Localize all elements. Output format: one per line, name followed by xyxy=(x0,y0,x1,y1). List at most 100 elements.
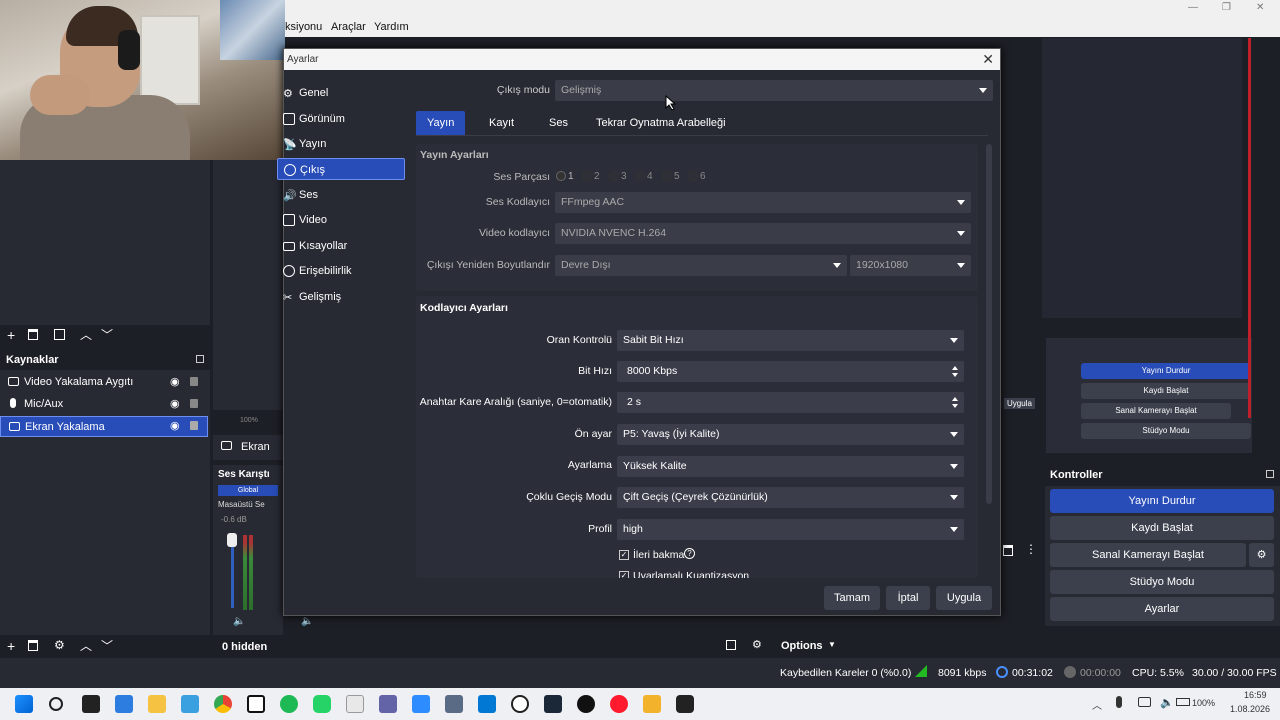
move-up-icon[interactable]: ︿ xyxy=(80,326,92,343)
tab-recording[interactable]: Kayıt xyxy=(478,111,525,135)
audio-track-radio[interactable] xyxy=(582,171,592,181)
spin-up-icon[interactable] xyxy=(952,366,958,370)
mixer-global-tab[interactable]: Global xyxy=(218,485,278,496)
video-encoder-select[interactable]: NVIDIA NVENC H.264 xyxy=(555,223,971,244)
rate-control-select[interactable]: Sabit Bit Hızı xyxy=(617,330,964,351)
keyframe-interval-spinbox[interactable]: 2 s xyxy=(617,392,964,413)
menu-item-functions[interactable]: ksiyonu xyxy=(285,21,322,33)
source-item-selected[interactable]: Ekran Yakalama ◉ xyxy=(0,416,208,437)
menu-item-help[interactable]: Yardım xyxy=(374,21,409,33)
speaker-icon[interactable]: 🔈 xyxy=(1160,696,1174,709)
windows-start-icon[interactable] xyxy=(15,695,33,713)
chrome-icon[interactable] xyxy=(214,695,232,713)
sidebar-item-advanced[interactable]: ✂ Gelişmiş xyxy=(277,286,405,308)
source-item[interactable]: Mic/Aux ◉ xyxy=(0,394,208,415)
opera-icon[interactable] xyxy=(610,695,628,713)
spin-up-icon[interactable] xyxy=(952,397,958,401)
ok-button[interactable]: Tamam xyxy=(824,586,880,610)
whatsapp-icon[interactable] xyxy=(313,695,331,713)
trash-icon[interactable] xyxy=(28,329,38,340)
gear-icon[interactable]: ⚙ xyxy=(54,638,65,652)
search-icon[interactable] xyxy=(49,697,63,711)
app-icon[interactable] xyxy=(181,695,199,713)
volume-slider-handle[interactable] xyxy=(227,533,237,547)
spotify-icon[interactable] xyxy=(280,695,298,713)
audio-track-radio[interactable] xyxy=(609,171,619,181)
sidebar-item-video[interactable]: Video xyxy=(277,209,405,231)
display-icon[interactable] xyxy=(1138,697,1151,707)
spin-down-icon[interactable] xyxy=(952,373,958,377)
lookahead-checkbox[interactable]: ✓ xyxy=(619,550,629,560)
sidebar-item-hotkeys[interactable]: Kısayollar xyxy=(277,235,405,257)
stop-stream-button[interactable]: Yayını Durdur xyxy=(1050,489,1274,513)
task-view-icon[interactable] xyxy=(82,695,100,713)
rescale-output-select[interactable]: Devre Dışı xyxy=(555,255,847,276)
apply-button[interactable]: Uygula xyxy=(936,586,992,610)
preset-select[interactable]: P5: Yavaş (İyi Kalite) xyxy=(617,424,964,445)
add-icon[interactable]: + xyxy=(7,327,15,343)
notion-icon[interactable] xyxy=(247,695,265,713)
audio-track-radio[interactable] xyxy=(662,171,672,181)
sidebar-item-audio[interactable]: 🔊 Ses xyxy=(277,184,405,206)
obs-icon[interactable] xyxy=(676,695,694,713)
tab-stream[interactable]: Yayın xyxy=(416,111,466,135)
scrollbar[interactable] xyxy=(986,144,992,504)
eye-icon[interactable]: ◉ xyxy=(170,372,180,393)
lock-icon[interactable] xyxy=(190,399,198,408)
close-icon[interactable]: ✕ xyxy=(982,51,994,68)
eye-icon[interactable]: ◉ xyxy=(170,416,180,437)
chevron-up-icon[interactable]: ︿ xyxy=(1092,697,1102,712)
tab-audio[interactable]: Ses xyxy=(538,111,579,135)
output-mode-select[interactable]: Gelişmiş xyxy=(555,80,993,101)
app-icon[interactable] xyxy=(412,695,430,713)
tuning-select[interactable]: Yüksek Kalite xyxy=(617,456,964,477)
file-explorer-icon[interactable] xyxy=(148,695,166,713)
app-icon[interactable] xyxy=(577,695,595,713)
sidebar-item-output[interactable]: Çıkış xyxy=(277,158,405,180)
trash-icon[interactable] xyxy=(1003,545,1013,556)
audio-track-radio[interactable] xyxy=(556,171,566,181)
sidebar-item-general[interactable]: ⚙ Genel xyxy=(277,82,405,104)
sidebar-item-appearance[interactable]: Görünüm xyxy=(277,108,405,130)
virtual-camera-settings-button[interactable]: ⚙ xyxy=(1249,543,1274,567)
move-down-icon[interactable]: ﹀ xyxy=(101,326,113,343)
clock-time[interactable]: 16:59 xyxy=(1244,690,1267,700)
menu-item-tools[interactable]: Araçlar xyxy=(331,21,366,33)
gear-icon[interactable]: ⚙ xyxy=(752,638,762,651)
start-recording-button[interactable]: Kaydı Başlat xyxy=(1050,516,1274,540)
options-button[interactable]: Options xyxy=(781,640,823,652)
eye-icon[interactable]: ◉ xyxy=(170,394,180,415)
undock-icon[interactable] xyxy=(196,355,204,363)
app-icon[interactable] xyxy=(115,695,133,713)
cancel-button[interactable]: İptal xyxy=(886,586,930,610)
audio-track-radio[interactable] xyxy=(635,171,645,181)
lock-icon[interactable] xyxy=(190,377,198,386)
more-icon[interactable]: ⋮ xyxy=(1025,542,1037,556)
settings-button[interactable]: Ayarlar xyxy=(1050,597,1274,621)
sidebar-item-stream[interactable]: 📡 Yayın xyxy=(277,133,405,155)
studio-mode-button[interactable]: Stüdyo Modu xyxy=(1050,570,1274,594)
chatgpt-icon[interactable] xyxy=(511,695,529,713)
sidebar-item-accessibility[interactable]: Erişebilirlik xyxy=(277,260,405,282)
app-icon[interactable] xyxy=(346,695,364,713)
chevron-down-icon[interactable]: ▼ xyxy=(828,640,836,649)
minimize-icon[interactable]: — xyxy=(1188,2,1198,13)
help-icon[interactable]: ? xyxy=(684,548,695,559)
audio-encoder-select[interactable]: FFmpeg AAC xyxy=(555,192,971,213)
close-window-icon[interactable]: ✕ xyxy=(1256,2,1264,13)
undock-icon[interactable] xyxy=(1266,470,1274,478)
camera-app-icon[interactable] xyxy=(445,695,463,713)
steam-icon[interactable] xyxy=(544,695,562,713)
outlook-icon[interactable] xyxy=(478,695,496,713)
trash-icon[interactable] xyxy=(28,640,38,651)
multipass-select[interactable]: Çift Geçiş (Çeyrek Çözünürlük) xyxy=(617,487,964,508)
teams-icon[interactable] xyxy=(379,695,397,713)
spin-down-icon[interactable] xyxy=(952,404,958,408)
audio-track-radio[interactable] xyxy=(688,171,698,181)
start-virtual-camera-button[interactable]: Sanal Kamerayı Başlat xyxy=(1050,543,1246,567)
move-up-icon[interactable]: ︿ xyxy=(80,637,92,654)
microphone-icon[interactable] xyxy=(1116,696,1122,708)
add-icon[interactable]: + xyxy=(7,638,15,654)
filter-icon[interactable] xyxy=(54,329,65,340)
source-item[interactable]: Video Yakalama Aygıtı ◉ xyxy=(0,372,208,393)
